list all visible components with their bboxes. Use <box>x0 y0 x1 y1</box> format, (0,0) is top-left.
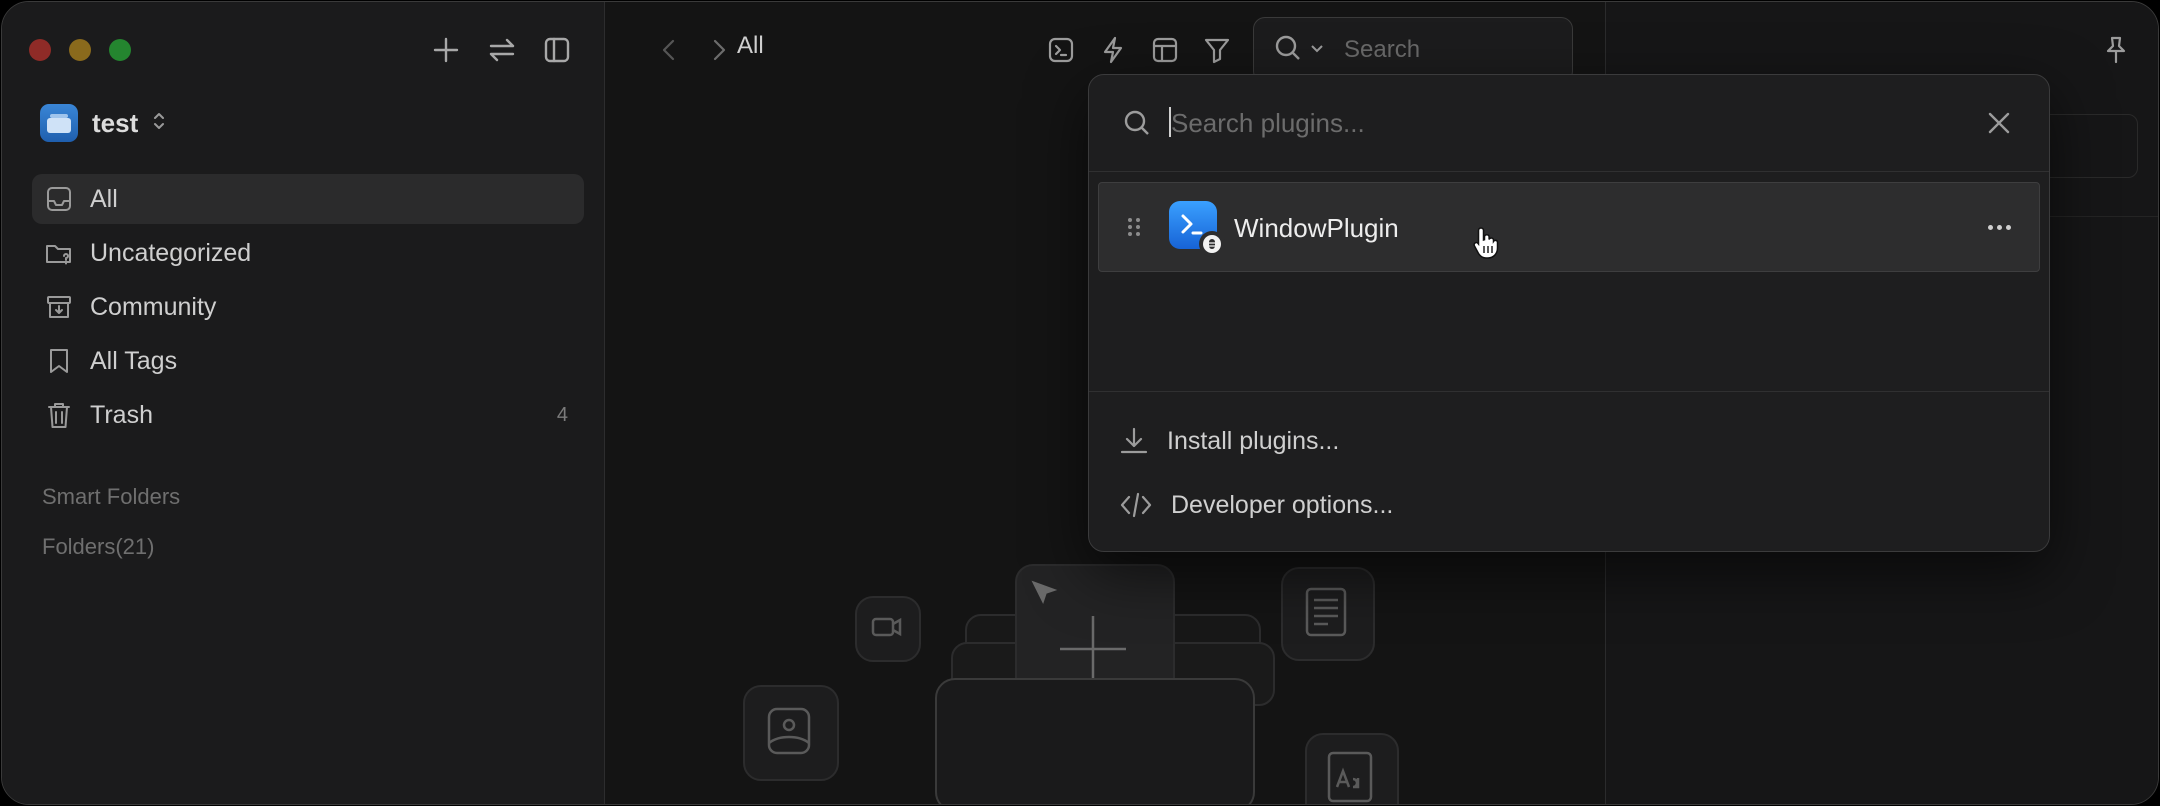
video-tile-icon <box>855 596 921 662</box>
sidebar-item-all-tags[interactable]: All Tags <box>32 336 584 386</box>
sidebar-item-label: Uncategorized <box>90 238 252 267</box>
more-options-icon[interactable] <box>1979 211 2019 243</box>
sidebar-item-all[interactable]: All <box>32 174 584 224</box>
sidebar: test All Uncategorized Community All Tag… <box>2 2 605 804</box>
sidebar-item-label: Trash <box>90 400 153 429</box>
plugin-popover: WindowPlugin Install plugins... Develope… <box>1088 74 2050 552</box>
trash-count: 4 <box>556 403 568 426</box>
folder-question-icon <box>44 238 74 268</box>
plugin-search-bar <box>1089 75 2049 172</box>
smart-folders-header[interactable]: Smart Folders <box>42 484 180 510</box>
app-window: test All Uncategorized Community All Tag… <box>1 1 2159 805</box>
bug-badge-icon <box>1199 231 1225 257</box>
breadcrumb: All <box>737 32 764 59</box>
hand-pointer-cursor-icon <box>1472 226 1500 265</box>
folders-header[interactable]: Folders(21) <box>42 534 154 560</box>
download-icon <box>1119 426 1149 456</box>
developer-options-button[interactable]: Developer options... <box>1119 483 1393 527</box>
text-caret <box>1169 107 1171 137</box>
add-icon[interactable] <box>426 30 466 70</box>
sidebar-item-community[interactable]: Community <box>32 282 584 332</box>
code-icon <box>1119 491 1153 519</box>
zoom-window-button[interactable] <box>109 39 131 61</box>
library-name: test <box>92 107 139 138</box>
sidebar-item-label: Community <box>90 292 217 321</box>
plugin-row[interactable]: WindowPlugin <box>1098 182 2040 272</box>
layout-icon[interactable] <box>1145 30 1185 70</box>
search-icon <box>1274 34 1304 69</box>
sidebar-item-uncategorized[interactable]: Uncategorized <box>32 228 584 278</box>
minimize-window-button[interactable] <box>69 39 91 61</box>
chevron-down-icon <box>1310 42 1324 60</box>
tray-card <box>935 678 1255 804</box>
back-icon[interactable] <box>649 30 689 70</box>
swap-icon[interactable] <box>482 30 522 70</box>
install-plugins-label: Install plugins... <box>1167 426 1340 455</box>
filter-icon[interactable] <box>1197 30 1237 70</box>
developer-options-label: Developer options... <box>1171 490 1394 519</box>
library-icon <box>40 104 78 142</box>
document-tile-icon <box>1281 567 1375 661</box>
install-plugins-button[interactable]: Install plugins... <box>1119 419 1339 463</box>
drag-handle-icon[interactable] <box>1127 217 1141 242</box>
sidebar-item-label: All <box>90 184 118 213</box>
pin-icon[interactable] <box>2096 30 2136 70</box>
library-switcher[interactable]: test <box>40 104 166 142</box>
lightning-icon[interactable] <box>1093 30 1133 70</box>
plugin-search-input[interactable] <box>1169 103 1873 143</box>
close-icon[interactable] <box>1979 103 2019 143</box>
font-tile-icon <box>1305 733 1399 804</box>
terminal-plugin-icon <box>1169 201 1225 257</box>
inbox-icon <box>44 184 74 214</box>
trash-icon <box>44 400 74 430</box>
bookmark-icon <box>44 346 74 376</box>
divider <box>1089 391 2049 392</box>
plugin-name: WindowPlugin <box>1234 213 1399 243</box>
archive-icon <box>44 292 74 322</box>
search-icon <box>1123 109 1153 144</box>
sidebar-item-label: All Tags <box>90 346 178 375</box>
chevron-updown-icon <box>152 110 166 137</box>
close-window-button[interactable] <box>29 39 51 61</box>
sidebar-toggle-icon[interactable] <box>537 30 577 70</box>
search-placeholder: Search <box>1344 36 1421 63</box>
image-tile-icon <box>743 685 839 781</box>
forward-icon[interactable] <box>699 30 739 70</box>
sidebar-item-trash[interactable]: Trash 4 <box>32 390 584 440</box>
terminal-icon[interactable] <box>1041 30 1081 70</box>
